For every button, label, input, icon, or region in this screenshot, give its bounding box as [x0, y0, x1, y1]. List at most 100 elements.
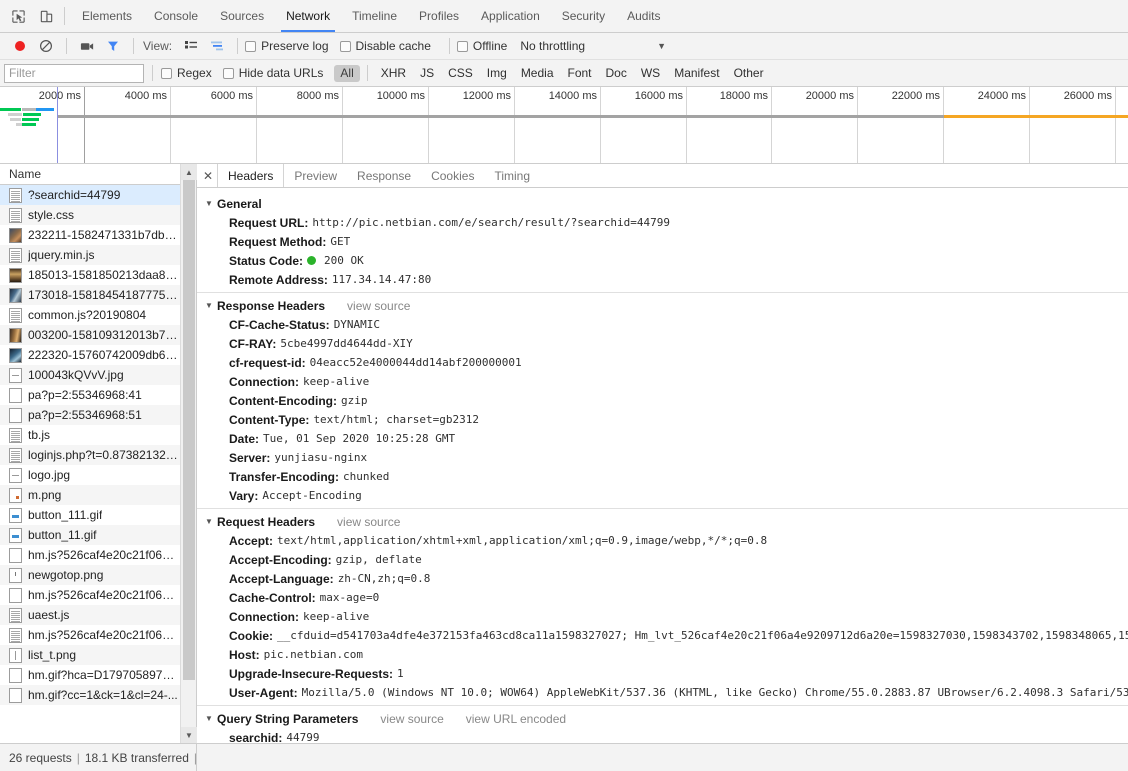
tab-console[interactable]: Console — [143, 0, 209, 32]
request-list-header[interactable]: Name — [0, 164, 196, 185]
request-row[interactable]: loginjs.php?t=0.873821325... — [0, 445, 196, 465]
request-row[interactable]: logo.jpg — [0, 465, 196, 485]
detail-tab-timing[interactable]: Timing — [484, 164, 540, 187]
type-filter-all[interactable]: All — [334, 64, 360, 82]
request-row[interactable]: 222320-15760742009db6.jpg — [0, 345, 196, 365]
tab-sources[interactable]: Sources — [209, 0, 275, 32]
detail-tab-preview[interactable]: Preview — [284, 164, 347, 187]
request-list[interactable]: ?searchid=44799 style.css 232211-158247133… — [0, 185, 196, 743]
view-label: View: — [143, 39, 173, 53]
preserve-log-checkbox[interactable]: Preserve log — [245, 39, 329, 53]
disclosure-triangle-icon[interactable]: ▼ — [205, 517, 215, 526]
request-row[interactable]: newgotop.png — [0, 565, 196, 585]
request-row[interactable]: tb.js — [0, 425, 196, 445]
detail-tab-cookies[interactable]: Cookies — [421, 164, 484, 187]
disable-cache-checkbox[interactable]: Disable cache — [339, 39, 431, 53]
tab-timeline[interactable]: Timeline — [341, 0, 408, 32]
response-headers-view-source-link[interactable]: view source — [347, 299, 410, 313]
chevron-down-icon[interactable]: ▼ — [657, 41, 666, 51]
disclosure-triangle-icon[interactable]: ▼ — [205, 199, 215, 208]
type-filter-xhr[interactable]: XHR — [375, 65, 412, 82]
type-filter-css[interactable]: CSS — [442, 65, 479, 82]
network-overview-timeline[interactable]: 2000 ms 4000 ms 6000 ms 8000 ms 10000 ms 1200… — [0, 87, 1128, 164]
type-filter-manifest[interactable]: Manifest — [668, 65, 725, 82]
general-section-title[interactable]: ▼ General — [205, 194, 1128, 213]
network-filter-bar: Regex Hide data URLs All XHR JS CSS Img … — [0, 60, 1128, 87]
regex-checkbox[interactable]: Regex — [161, 66, 212, 80]
clear-icon[interactable] — [33, 33, 59, 59]
tab-elements[interactable]: Elements — [71, 0, 143, 32]
overview-window-edge[interactable] — [57, 87, 58, 163]
request-headers-view-source-link[interactable]: view source — [337, 515, 400, 529]
request-row[interactable]: uaest.js — [0, 605, 196, 625]
list-view-icon[interactable] — [178, 33, 204, 59]
detail-tab-response[interactable]: Response — [347, 164, 421, 187]
request-row[interactable]: 173018-15818454187775.jpg — [0, 285, 196, 305]
scroll-up-arrow[interactable]: ▲ — [181, 164, 197, 180]
offline-checkbox[interactable]: Offline — [456, 39, 507, 53]
request-row[interactable]: hm.gif?hca=D179705897E2... — [0, 665, 196, 685]
disclosure-triangle-icon[interactable]: ▼ — [205, 301, 215, 310]
request-row[interactable]: button_11.gif — [0, 525, 196, 545]
device-toolbar-icon[interactable] — [32, 0, 60, 32]
request-row[interactable]: pa?p=2:55346968:51 — [0, 405, 196, 425]
tab-network[interactable]: Network — [275, 0, 341, 32]
request-row[interactable]: button_111.gif — [0, 505, 196, 525]
request-row[interactable]: jquery.min.js — [0, 245, 196, 265]
request-row[interactable]: m.png — [0, 485, 196, 505]
request-headers-section-title[interactable]: ▼ Request Headers view source — [205, 512, 1128, 531]
request-list-scrollbar[interactable]: ▲ ▼ — [180, 164, 197, 743]
overview-baseline-segment — [944, 115, 1128, 118]
funnel-icon[interactable] — [100, 33, 126, 59]
request-row[interactable]: 185013-1581850213daa8.jpg — [0, 265, 196, 285]
request-row[interactable]: style.css — [0, 205, 196, 225]
type-filter-other[interactable]: Other — [728, 65, 770, 82]
scrollbar-thumb[interactable] — [183, 180, 195, 680]
header-row: User-Agent: Mozilla/5.0 (Windows NT 10.0;… — [205, 683, 1128, 702]
request-row[interactable]: hm.js?526caf4e20c21f06a4e... — [0, 625, 196, 645]
request-row[interactable]: hm.js?526caf4e20c21f06a4e... — [0, 545, 196, 565]
request-row[interactable]: hm.gif?cc=1&ck=1&cl=24-... — [0, 685, 196, 705]
request-row[interactable]: ?searchid=44799 — [0, 185, 196, 205]
request-name: m.png — [28, 488, 62, 502]
header-name: Remote Address: — [229, 272, 328, 287]
waterfall-view-icon[interactable] — [204, 33, 230, 59]
header-name: Upgrade-Insecure-Requests: — [229, 666, 394, 681]
detail-tab-headers[interactable]: Headers — [217, 164, 285, 187]
header-value: 1 — [397, 667, 404, 680]
request-row[interactable]: 100043kQVvV.jpg — [0, 365, 196, 385]
type-filter-img[interactable]: Img — [481, 65, 513, 82]
filter-input[interactable] — [4, 63, 144, 83]
request-row[interactable]: list_t.png — [0, 645, 196, 665]
query-string-parameters-view-url-encoded-link[interactable]: view URL encoded — [466, 712, 566, 726]
record-circle-icon[interactable] — [7, 33, 33, 59]
tab-application[interactable]: Application — [470, 0, 551, 32]
throttling-value[interactable]: No throttling — [520, 39, 585, 53]
tab-elements-label: Elements — [82, 9, 133, 23]
request-row[interactable]: 003200-158109312013b7.jpg — [0, 325, 196, 345]
query-string-parameters-section-title[interactable]: ▼ Query String Parameters view source view … — [205, 709, 1128, 728]
tab-audits[interactable]: Audits — [616, 0, 671, 32]
query-string-parameters-view-source-link[interactable]: view source — [380, 712, 443, 726]
response-headers-section-title[interactable]: ▼ Response Headers view source — [205, 296, 1128, 315]
scroll-down-arrow[interactable]: ▼ — [181, 727, 197, 743]
type-filter-ws[interactable]: WS — [635, 65, 666, 82]
header-row: cf-request-id: 04eacc52e4000044dd14abf200… — [205, 353, 1128, 372]
request-row[interactable]: common.js?20190804 — [0, 305, 196, 325]
camera-icon[interactable] — [74, 33, 100, 59]
disclosure-triangle-icon[interactable]: ▼ — [205, 714, 215, 723]
request-row[interactable]: hm.js?526caf4e20c21f06a4e... — [0, 585, 196, 605]
type-filter-media[interactable]: Media — [515, 65, 560, 82]
type-filter-doc[interactable]: Doc — [600, 65, 633, 82]
close-icon[interactable]: ✕ — [199, 164, 217, 187]
request-row[interactable]: pa?p=2:55346968:41 — [0, 385, 196, 405]
type-filter-js[interactable]: JS — [414, 65, 440, 82]
toolbar-divider-2 — [133, 38, 134, 54]
tab-security[interactable]: Security — [551, 0, 616, 32]
type-filter-font[interactable]: Font — [562, 65, 598, 82]
tab-sources-label: Sources — [220, 9, 265, 23]
tab-profiles[interactable]: Profiles — [408, 0, 470, 32]
hide-data-urls-checkbox[interactable]: Hide data URLs — [222, 66, 323, 80]
inspect-element-icon[interactable] — [4, 0, 32, 32]
request-row[interactable]: 232211-1582471331b7db.jpg — [0, 225, 196, 245]
